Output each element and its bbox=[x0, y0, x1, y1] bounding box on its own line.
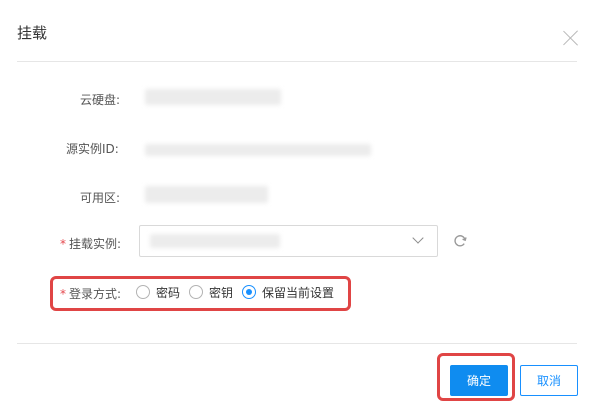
mount-instance-label: * 挂载实例: bbox=[60, 235, 121, 252]
radio-key[interactable]: 密钥 bbox=[189, 284, 233, 301]
required-mark: * bbox=[60, 237, 66, 251]
disk-value-redacted bbox=[145, 89, 281, 105]
zone-value-redacted bbox=[145, 186, 268, 203]
confirm-button[interactable]: 确定 bbox=[450, 365, 508, 396]
mount-instance-select[interactable] bbox=[139, 225, 438, 257]
radio-password-label: 密码 bbox=[156, 285, 181, 300]
radio-keep-current[interactable]: 保留当前设置 bbox=[242, 284, 334, 301]
required-mark: * bbox=[60, 287, 66, 301]
mount-instance-label-text: 挂载实例: bbox=[69, 237, 122, 251]
disk-label: 云硬盘: bbox=[80, 93, 121, 107]
login-method-label: * 登录方式: bbox=[60, 285, 121, 302]
login-method-radio-group: 密码 密钥 保留当前设置 bbox=[136, 283, 343, 301]
radio-keep-current-label: 保留当前设置 bbox=[262, 285, 335, 300]
footer-divider bbox=[17, 343, 577, 344]
mount-instance-value-redacted bbox=[150, 234, 280, 248]
source-instance-value-redacted bbox=[145, 144, 371, 156]
cancel-button[interactable]: 取消 bbox=[520, 365, 578, 396]
zone-label: 可用区: bbox=[80, 191, 121, 205]
dialog-title: 挂载 bbox=[17, 24, 48, 42]
header-divider bbox=[17, 61, 577, 62]
radio-password[interactable]: 密码 bbox=[136, 284, 180, 301]
close-icon[interactable] bbox=[562, 29, 580, 47]
radio-circle[interactable] bbox=[189, 285, 204, 299]
radio-circle-checked[interactable] bbox=[242, 285, 257, 299]
refresh-icon[interactable] bbox=[452, 233, 468, 249]
chevron-down-icon bbox=[413, 234, 423, 244]
source-instance-label: 源实例ID: bbox=[66, 142, 119, 156]
login-method-label-text: 登录方式: bbox=[69, 287, 122, 301]
radio-key-label: 密钥 bbox=[209, 285, 234, 300]
radio-circle[interactable] bbox=[136, 285, 150, 299]
mount-dialog: 挂载 云硬盘: 源实例ID: 可用区: * 挂载实例: * 登录方式: 密码 密钥 bbox=[0, 0, 594, 405]
